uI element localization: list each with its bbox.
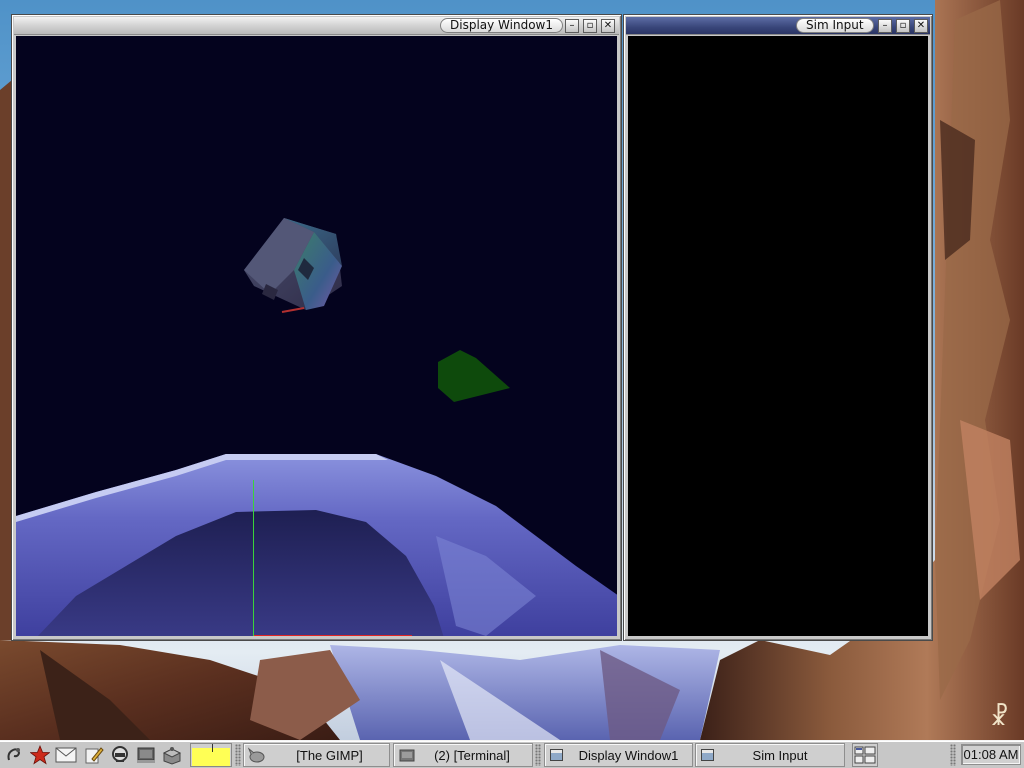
- sim-input-titlebar[interactable]: Sim Input – ▫ ✕: [626, 17, 930, 35]
- task-display-window1[interactable]: Display Window1: [544, 743, 693, 767]
- minimize-button[interactable]: –: [565, 19, 579, 33]
- pencil-icon[interactable]: [82, 744, 106, 766]
- mail-icon[interactable]: [54, 744, 78, 766]
- display-window-titlebar[interactable]: Display Window1 – ▫ ✕: [14, 17, 619, 35]
- display-viewport[interactable]: [16, 36, 617, 636]
- rotating-cube: [244, 218, 342, 313]
- terminal-icon[interactable]: [134, 744, 158, 766]
- signature-glyph: ☧: [990, 703, 1009, 731]
- maximize-button[interactable]: ▫: [896, 19, 910, 33]
- 3d-scene: [16, 218, 617, 636]
- workspace-pager[interactable]: [190, 743, 232, 767]
- pager-active-desktop[interactable]: [192, 748, 230, 766]
- minimize-button[interactable]: –: [878, 19, 892, 33]
- clock[interactable]: 01:08 AM: [961, 744, 1021, 765]
- maximize-button[interactable]: ▫: [583, 19, 597, 33]
- task-terminal[interactable]: (2) [Terminal]: [393, 743, 533, 767]
- task-label: Display Window1: [578, 748, 679, 763]
- close-button[interactable]: ✕: [601, 19, 615, 33]
- desktop-overview-icon[interactable]: [852, 743, 878, 767]
- sim-input-title: Sim Input: [796, 18, 874, 33]
- taskbar: [The GIMP] (2) [Terminal] Display Window…: [0, 740, 1024, 768]
- package-icon[interactable]: [160, 744, 184, 766]
- task-sim-input[interactable]: Sim Input: [695, 743, 845, 767]
- gnome-foot-icon[interactable]: [2, 744, 26, 766]
- sim-input-window[interactable]: Sim Input – ▫ ✕: [623, 14, 933, 641]
- task-label: [The GIMP]: [296, 748, 363, 763]
- tasklist-grip[interactable]: [235, 744, 241, 766]
- star-icon[interactable]: [28, 744, 52, 766]
- terrain-surface: [16, 454, 617, 636]
- task-label: (2) [Terminal]: [434, 748, 510, 763]
- tray-grip[interactable]: [950, 744, 956, 766]
- help-icon[interactable]: [108, 744, 132, 766]
- display-window[interactable]: Display Window1 – ▫ ✕: [11, 14, 622, 641]
- tasklist-grip[interactable]: [535, 744, 541, 766]
- task-label: Sim Input: [752, 748, 808, 763]
- close-button[interactable]: ✕: [914, 19, 928, 33]
- display-window-title: Display Window1: [440, 18, 563, 33]
- task-the-gimp[interactable]: [The GIMP]: [243, 743, 390, 767]
- sim-input-canvas[interactable]: [628, 36, 928, 636]
- green-pentagon: [438, 350, 510, 402]
